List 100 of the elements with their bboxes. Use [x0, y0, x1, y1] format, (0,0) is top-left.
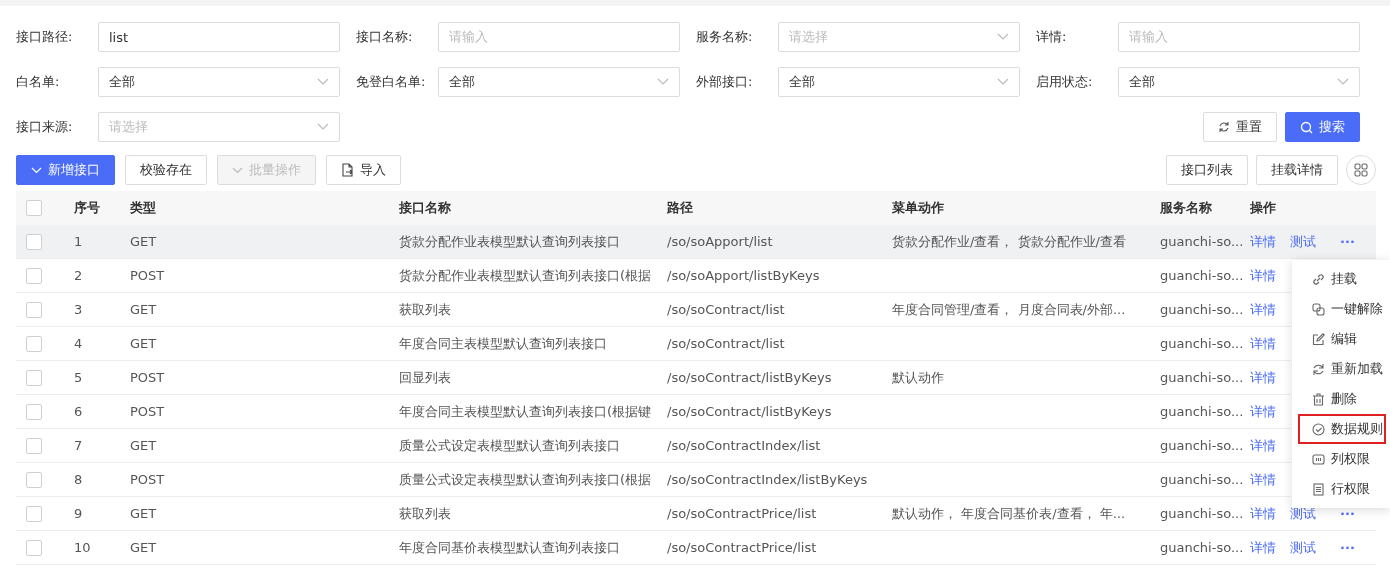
- column-header: 接口名称: [399, 199, 451, 217]
- checkbox[interactable]: [26, 335, 42, 352]
- table-cell: /so/soContract/listByKeys: [667, 404, 832, 419]
- action-link[interactable]: 详情: [1250, 402, 1276, 421]
- table-cell: 3: [74, 302, 83, 317]
- table-cell: /so/soContractPrice/list: [667, 506, 817, 521]
- menu-item[interactable]: 挂载: [1298, 264, 1386, 294]
- table-cell: guanchi-so...: [1160, 540, 1244, 555]
- field-label: 免登白名单:: [356, 73, 427, 91]
- chevron-down-icon: [657, 78, 669, 86]
- table-cell: POST: [130, 370, 165, 385]
- trash-icon: [1312, 392, 1325, 406]
- list-icon: [1312, 482, 1325, 496]
- table-cell: 2: [74, 268, 83, 283]
- action-link[interactable]: 详情: [1250, 470, 1276, 489]
- action-link[interactable]: 详情: [1250, 436, 1276, 455]
- toolbar-button[interactable]: 挂载详情: [1256, 155, 1338, 185]
- table-cell: POST: [130, 404, 165, 419]
- action-link[interactable]: 详情: [1250, 232, 1276, 251]
- menu-item[interactable]: 一键解除: [1298, 294, 1386, 324]
- more-link[interactable]: ···: [1330, 506, 1355, 521]
- checkbox[interactable]: [26, 200, 42, 216]
- action-link[interactable]: 详情: [1250, 334, 1276, 353]
- table-cell: guanchi-so...: [1160, 506, 1244, 521]
- document-icon: [341, 163, 354, 177]
- table-cell: /so/soContract/list: [667, 302, 785, 317]
- table-cell: GET: [130, 336, 157, 351]
- action-link[interactable]: 详情: [1250, 300, 1276, 319]
- table-cell: GET: [130, 302, 157, 317]
- table-cell: /so/soContractIndex/listByKeys: [667, 472, 868, 487]
- checkbox[interactable]: [26, 267, 42, 284]
- menu-item[interactable]: 编辑: [1298, 324, 1386, 354]
- more-link[interactable]: ···: [1330, 234, 1355, 249]
- select-field[interactable]: 全部: [1118, 67, 1360, 97]
- table-cell: 9: [74, 506, 83, 521]
- table-cell: 获取列表: [399, 504, 451, 523]
- checkbox[interactable]: [26, 505, 42, 522]
- toolbar-button[interactable]: 新增接口: [16, 155, 115, 185]
- field-label: 详情:: [1036, 28, 1068, 46]
- refresh-icon: [1312, 362, 1325, 376]
- columns-icon: [1312, 452, 1325, 466]
- table-row[interactable]: 1 GET 货款分配作业表模型默认查询列表接口 /so/soApport/list 货款分配作业/查看， 货款分配作业/查看 guanchi-so... 详情 测试 ···: [16, 225, 1376, 259]
- more-link[interactable]: ···: [1330, 540, 1355, 555]
- action-link[interactable]: 详情: [1250, 368, 1276, 387]
- action-link[interactable]: 详情: [1250, 538, 1276, 557]
- input-field[interactable]: list: [98, 22, 340, 52]
- checkbox[interactable]: [26, 233, 42, 250]
- menu-item[interactable]: 删除: [1298, 384, 1386, 414]
- table-cell: 6: [74, 404, 83, 419]
- select-field[interactable]: 全部: [438, 67, 680, 97]
- table-cell: 默认动作， 年度合同基价表/查看， 年...: [892, 504, 1126, 523]
- action-link[interactable]: 详情: [1250, 504, 1276, 523]
- table-cell: 货款分配作业表模型默认查询列表接口: [399, 232, 620, 251]
- checkbox[interactable]: [26, 471, 42, 488]
- field-label: 接口名称:: [356, 28, 414, 46]
- select-field[interactable]: 全部: [98, 67, 340, 97]
- table-cell: guanchi-so...: [1160, 302, 1244, 317]
- checkbox[interactable]: [26, 539, 42, 556]
- select-field[interactable]: 全部: [778, 67, 1020, 97]
- column-header: 序号: [74, 199, 100, 217]
- checkbox[interactable]: [26, 369, 42, 386]
- toolbar-button[interactable]: 校验存在: [125, 155, 207, 185]
- toolbar-button[interactable]: 导入: [326, 155, 401, 185]
- chevron-down-icon: [31, 166, 42, 174]
- action-link[interactable]: 测试: [1290, 232, 1316, 251]
- table-cell: 质量公式设定表模型默认查询列表接口(根据: [399, 470, 652, 489]
- copy-icon: [1312, 302, 1325, 316]
- field-label: 接口路径:: [16, 28, 74, 46]
- table-cell: POST: [130, 268, 165, 283]
- table-cell: GET: [130, 506, 157, 521]
- reset-button[interactable]: 重置: [1203, 112, 1277, 142]
- chevron-down-icon: [232, 166, 243, 174]
- column-header: 菜单动作: [892, 199, 944, 217]
- menu-item[interactable]: 列权限: [1298, 444, 1386, 474]
- column-header: 服务名称: [1160, 199, 1212, 217]
- field-label: 接口来源:: [16, 118, 74, 136]
- table-cell: 5: [74, 370, 83, 385]
- link-icon: [1312, 272, 1325, 286]
- chevron-down-icon: [317, 78, 329, 86]
- search-icon: [1300, 120, 1313, 134]
- table-cell: /so/soContractIndex/list: [667, 438, 821, 453]
- table-cell: guanchi-so...: [1160, 404, 1244, 419]
- table-cell: guanchi-so...: [1160, 336, 1244, 351]
- action-link[interactable]: 详情: [1250, 266, 1276, 285]
- checkbox[interactable]: [26, 403, 42, 420]
- toolbar-button[interactable]: 接口列表: [1166, 155, 1248, 185]
- table-cell: /so/soApport/list: [667, 234, 773, 249]
- action-link[interactable]: 测试: [1290, 538, 1316, 557]
- table-cell: 年度合同主表模型默认查询列表接口(根据键: [399, 402, 652, 421]
- menu-item[interactable]: 数据规则: [1298, 414, 1386, 444]
- grid-button[interactable]: [1346, 155, 1376, 185]
- checkbox[interactable]: [26, 301, 42, 318]
- chevron-down-icon: [1337, 78, 1349, 86]
- chevron-down-icon: [997, 78, 1009, 86]
- action-link[interactable]: 测试: [1290, 504, 1316, 523]
- search-button[interactable]: 搜索: [1285, 112, 1360, 142]
- table-cell: 获取列表: [399, 300, 451, 319]
- menu-item[interactable]: 重新加载: [1298, 354, 1386, 384]
- table-cell: 货款分配作业表模型默认查询列表接口(根据: [399, 266, 652, 285]
- checkbox[interactable]: [26, 437, 42, 454]
